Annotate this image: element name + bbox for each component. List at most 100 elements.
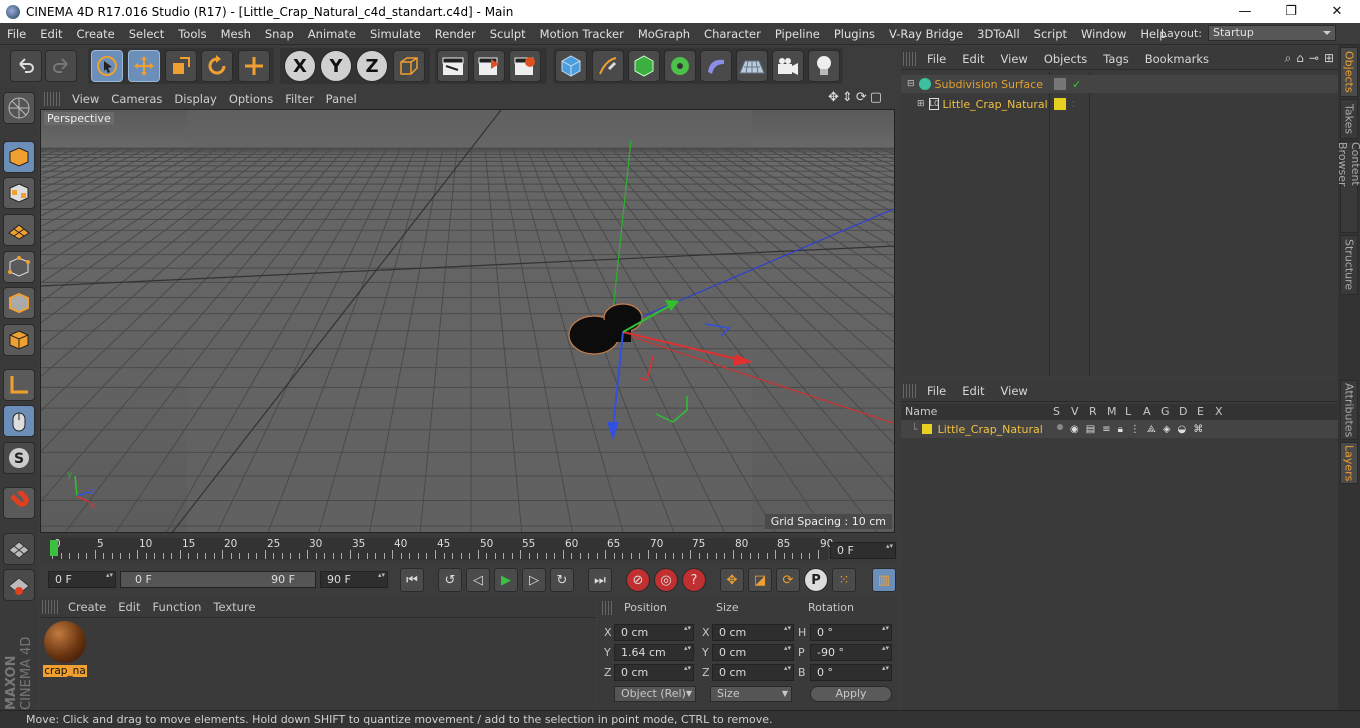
layer-color-swatch[interactable]: [921, 424, 932, 434]
object-name[interactable]: Little_Crap_Natural: [943, 98, 1048, 111]
layer-row[interactable]: └ Little_Crap_Natural ◉ ▤ ≡ 🔒︎ ⋮ ⟁ ◈ ◒ ⌘: [901, 420, 1338, 438]
layer-column-v[interactable]: V: [1071, 405, 1079, 418]
coord-size-field[interactable]: 0 cm: [712, 664, 794, 681]
light-button[interactable]: [808, 50, 840, 82]
lock-icon[interactable]: 🔒︎: [1118, 424, 1123, 435]
coord-size-field[interactable]: 0 cm: [712, 624, 794, 641]
menu-plugins[interactable]: Plugins: [827, 27, 882, 41]
close-button[interactable]: ✕: [1314, 0, 1360, 23]
tab-layers[interactable]: Layers: [1340, 442, 1358, 484]
menu-sculpt[interactable]: Sculpt: [483, 27, 533, 41]
eye-icon[interactable]: ◉: [1070, 424, 1079, 435]
preview-range-slider[interactable]: 0 F 90 F: [120, 571, 316, 588]
cloner-button[interactable]: [664, 50, 696, 82]
goto-start-button[interactable]: ⏮: [400, 568, 424, 592]
home-icon[interactable]: ⌂: [1296, 51, 1304, 66]
layout-select[interactable]: Startup: [1208, 25, 1336, 41]
menu-3dtoall[interactable]: 3DToAll: [970, 27, 1027, 41]
record-rotation-button[interactable]: ⟳: [776, 568, 800, 592]
goto-next-key-button[interactable]: ↻: [550, 568, 574, 592]
coordinate-mode-select[interactable]: Object (Rel) ▼: [614, 686, 696, 702]
object-menu-bookmarks[interactable]: Bookmarks: [1137, 52, 1217, 66]
play-button[interactable]: ▶: [494, 568, 518, 592]
menu-edit[interactable]: Edit: [33, 27, 69, 41]
workplane-mode-button[interactable]: [3, 214, 35, 246]
menu-tools[interactable]: Tools: [171, 27, 213, 41]
goto-end-button[interactable]: ⏭: [588, 568, 612, 592]
viewport-menu-display[interactable]: Display: [168, 92, 222, 106]
coord-pos-field[interactable]: 0 cm: [614, 664, 694, 681]
maximize-view-icon[interactable]: ▢: [870, 90, 882, 105]
menu-window[interactable]: Window: [1074, 27, 1133, 41]
timeline-ruler[interactable]: 051015202530354045505560657075808590 0 F: [40, 535, 898, 565]
record-parameter-button[interactable]: P: [804, 568, 828, 592]
material-menu-function[interactable]: Function: [147, 600, 208, 614]
recent-tools-button[interactable]: [238, 50, 270, 82]
edges-mode-button[interactable]: [3, 287, 35, 319]
record-scale-button[interactable]: ◪: [748, 568, 772, 592]
apply-button[interactable]: Apply: [810, 686, 892, 702]
object-menu-view[interactable]: View: [993, 52, 1036, 66]
model-mode-button[interactable]: [3, 141, 35, 173]
layer-menu-file[interactable]: File: [919, 384, 954, 398]
tab-content-browser[interactable]: Content Browser: [1336, 141, 1360, 233]
texture-mode-button[interactable]: [3, 177, 35, 209]
enable-snap-button[interactable]: [3, 487, 35, 519]
object-menu-file[interactable]: File: [919, 52, 954, 66]
menu-select[interactable]: Select: [122, 27, 171, 41]
perspective-viewport[interactable]: Perspective y z x Grid Spacing : 10 cm: [40, 109, 895, 533]
locked-workplane-button[interactable]: [3, 533, 35, 565]
planar-workplane-button[interactable]: [3, 569, 35, 601]
deformer-button[interactable]: [700, 50, 732, 82]
floor-button[interactable]: [736, 50, 768, 82]
object-menu-objects[interactable]: Objects: [1036, 52, 1095, 66]
layer-column-x[interactable]: X: [1215, 405, 1223, 418]
axis-mode-button[interactable]: [3, 369, 35, 401]
viewport-camera-label[interactable]: Perspective: [44, 112, 114, 125]
animation-icon[interactable]: ⋮: [1130, 424, 1140, 435]
y-axis-lock-button[interactable]: Y: [320, 50, 352, 82]
deformers-icon[interactable]: ◈: [1163, 424, 1171, 435]
menu-create[interactable]: Create: [70, 27, 122, 41]
viewport-menu-panel[interactable]: Panel: [320, 92, 363, 106]
material-menu-texture[interactable]: Texture: [207, 600, 261, 614]
coord-rot-field[interactable]: 0 °: [810, 664, 892, 681]
max-time-field[interactable]: 90 F: [320, 571, 388, 588]
current-frame-field[interactable]: 0 F: [830, 542, 896, 559]
layer-column-s[interactable]: S: [1053, 405, 1060, 418]
object-menu-edit[interactable]: Edit: [954, 52, 992, 66]
menu-simulate[interactable]: Simulate: [363, 27, 428, 41]
pan-icon[interactable]: ✥: [828, 90, 839, 105]
viewport-menu-filter[interactable]: Filter: [279, 92, 319, 106]
z-axis-lock-button[interactable]: Z: [356, 50, 388, 82]
layer-column-name[interactable]: Name: [905, 405, 937, 418]
tweak-mode-button[interactable]: [3, 405, 35, 437]
menu-mesh[interactable]: Mesh: [214, 27, 258, 41]
render-to-picture-viewer-button[interactable]: [473, 50, 505, 82]
dolly-icon[interactable]: ⇕: [842, 90, 853, 105]
solo-dot-icon[interactable]: [1057, 423, 1063, 430]
autokey-button[interactable]: ◎: [654, 568, 678, 592]
coord-rot-field[interactable]: -90 °: [810, 644, 892, 661]
tab-takes[interactable]: Takes: [1340, 99, 1358, 139]
layer-column-m[interactable]: M: [1107, 405, 1117, 418]
layer-column-l[interactable]: L: [1125, 405, 1131, 418]
menu-motion-tracker[interactable]: Motion Tracker: [533, 27, 631, 41]
coord-rot-field[interactable]: 0 °: [810, 624, 892, 641]
render-clapper-icon[interactable]: ▤: [1086, 424, 1095, 435]
menu-character[interactable]: Character: [697, 27, 768, 41]
layer-name[interactable]: Little_Crap_Natural: [938, 423, 1043, 436]
live-selection-button[interactable]: [91, 50, 123, 82]
move-tool-button[interactable]: [128, 50, 160, 82]
enabled-check-icon[interactable]: ✓: [1072, 78, 1081, 91]
make-editable-button[interactable]: [3, 92, 35, 124]
timeline-window-button[interactable]: ▥: [872, 568, 896, 592]
layer-column-r[interactable]: R: [1089, 405, 1097, 418]
menu-v-ray-bridge[interactable]: V-Ray Bridge: [882, 27, 970, 41]
manager-icon[interactable]: ≡: [1102, 424, 1110, 435]
link-icon[interactable]: ⊸: [1309, 51, 1319, 66]
object-row-subdivision[interactable]: ⊟ Subdivision Surface ✓: [901, 75, 1338, 93]
material-menu-edit[interactable]: Edit: [112, 600, 146, 614]
expressions-icon[interactable]: ◒: [1178, 424, 1187, 435]
maximize-button[interactable]: ❐: [1268, 0, 1314, 23]
